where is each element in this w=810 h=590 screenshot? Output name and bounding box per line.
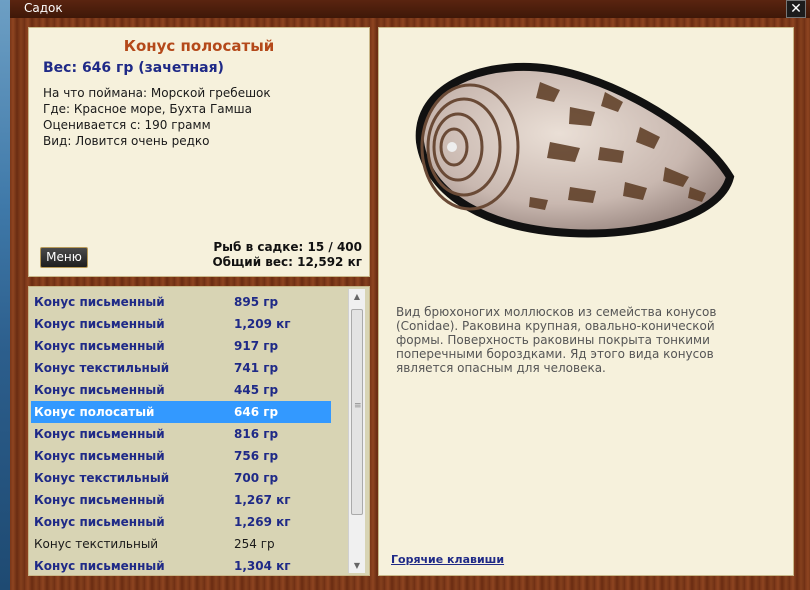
- title-bar: Садок ✕: [10, 0, 810, 18]
- list-item-weight: 700 гр: [234, 471, 279, 485]
- fish-name: Конус полосатый: [123, 37, 275, 55]
- list-item-weight: 1,267 кг: [234, 493, 291, 507]
- list-item-name: Конус письменный: [34, 317, 165, 331]
- list-item[interactable]: Конус текстильный 254 гр: [31, 533, 331, 555]
- list-item[interactable]: Конус письменный 756 гр: [31, 445, 331, 467]
- list-item[interactable]: Конус текстильный 700 гр: [31, 467, 331, 489]
- list-item-name: Конус письменный: [34, 559, 165, 573]
- list-item-weight: 816 гр: [234, 427, 279, 441]
- list-item[interactable]: Конус письменный 1,304 кг: [31, 555, 331, 576]
- list-item[interactable]: Конус письменный 1,267 кг: [31, 489, 331, 511]
- list-item-name: Конус письменный: [34, 295, 165, 309]
- list-item-weight: 1,209 кг: [234, 317, 291, 331]
- hotkeys-link[interactable]: Горячие клавиши: [391, 553, 504, 566]
- close-button[interactable]: ✕: [786, 0, 806, 18]
- fish-list-panel: Конус письменный 895 гр Конус письменный 1,…: [28, 286, 370, 576]
- list-item[interactable]: Конус текстильный 741 гр: [31, 357, 331, 379]
- list-item-weight: 741 гр: [234, 361, 279, 375]
- list-item-weight: 646 гр: [234, 405, 279, 419]
- list-item-name: Конус письменный: [34, 515, 165, 529]
- list-item-name: Конус письменный: [34, 427, 165, 441]
- kind-text: Вид: Ловится очень редко: [43, 134, 210, 148]
- list-item[interactable]: Конус письменный 1,269 кг: [31, 511, 331, 533]
- location-text: Где: Красное море, Бухта Гамша: [43, 102, 253, 116]
- menu-button[interactable]: Меню: [40, 247, 88, 268]
- scored-from-text: Оценивается с: 190 грамм: [43, 118, 211, 132]
- fish-detail-panel: Вид брюхоногих моллюсков из семейства ко…: [378, 27, 794, 576]
- list-item[interactable]: Конус письменный 917 гр: [31, 335, 331, 357]
- fish-weight: Вес: 646 гр (зачетная): [43, 60, 224, 76]
- fish-info-panel: Конус полосатый Вес: 646 гр (зачетная) Н…: [28, 27, 370, 277]
- close-icon: ✕: [790, 1, 802, 17]
- fish-meta: На что поймана: Морской гребешок Где: Кр…: [43, 85, 271, 149]
- list-item-weight: 917 гр: [234, 339, 279, 353]
- list-item-name: Конус текстильный: [34, 471, 170, 485]
- list-item[interactable]: Конус письменный 816 гр: [31, 423, 331, 445]
- list-item-weight: 756 гр: [234, 449, 279, 463]
- list-item[interactable]: Конус письменный 1,209 кг: [31, 313, 331, 335]
- list-item[interactable]: Конус письменный 445 гр: [31, 379, 331, 401]
- list-item-name: Конус полосатый: [34, 405, 155, 419]
- list-item-weight: 1,269 кг: [234, 515, 291, 529]
- list-item-name: Конус текстильный: [34, 537, 159, 551]
- scroll-up-icon[interactable]: ▲: [349, 290, 365, 304]
- list-item-weight: 445 гр: [234, 383, 279, 397]
- list-item-name: Конус письменный: [34, 493, 165, 507]
- list-item-name: Конус текстильный: [34, 361, 170, 375]
- list-item-name: Конус письменный: [34, 449, 165, 463]
- grip-icon: ≡: [354, 401, 362, 411]
- list-item[interactable]: Конус полосатый 646 гр: [31, 401, 331, 423]
- scrollbar[interactable]: ▲ ≡ ▼: [348, 289, 365, 573]
- list-item-weight: 895 гр: [234, 295, 279, 309]
- fish-count: Рыб в садке: 15 / 400: [213, 240, 362, 254]
- bait-text: На что поймана: Морской гребешок: [43, 86, 271, 100]
- window-title: Садок: [24, 1, 63, 15]
- cone-shell-image: [415, 62, 735, 238]
- scroll-down-icon[interactable]: ▼: [349, 559, 365, 573]
- total-weight: Общий вес: 12,592 кг: [212, 255, 362, 269]
- keepnet-stats: Рыб в садке: 15 / 400 Общий вес: 12,592 …: [212, 240, 362, 270]
- list-item-name: Конус письменный: [34, 383, 165, 397]
- list-item-weight: 254 гр: [234, 537, 275, 551]
- list-item-weight: 1,304 кг: [234, 559, 291, 573]
- list-item[interactable]: Конус письменный 895 гр: [31, 291, 331, 313]
- scroll-thumb[interactable]: ≡: [351, 309, 363, 515]
- list-item-name: Конус письменный: [34, 339, 165, 353]
- fish-description: Вид брюхоногих моллюсков из семейства ко…: [396, 305, 717, 375]
